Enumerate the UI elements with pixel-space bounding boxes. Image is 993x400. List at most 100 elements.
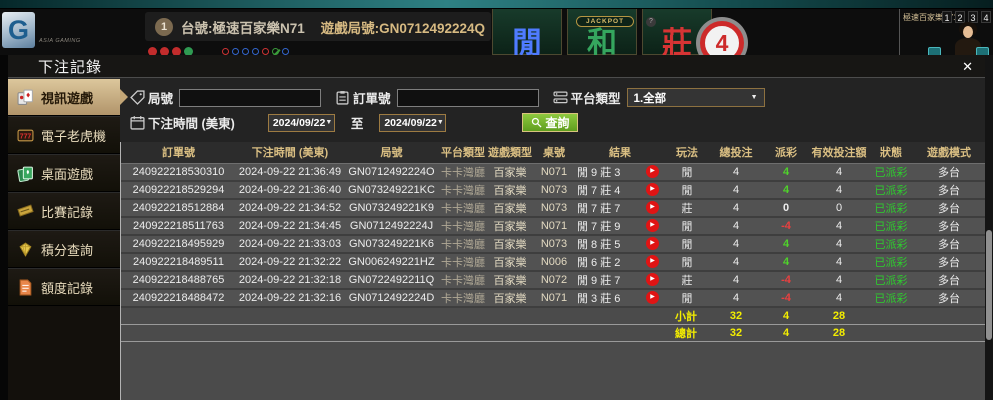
replay-icon[interactable]: ▶: [646, 291, 659, 304]
cell-table-no: N071: [533, 289, 575, 307]
total-valid: 28: [809, 324, 869, 341]
column-header: 遊戲模式: [913, 142, 985, 163]
cell-play-type: 莊: [665, 271, 709, 289]
subtotal-label: 小計: [121, 307, 709, 325]
cell-game-type: 百家樂: [487, 217, 533, 235]
video-panel: 極速百家樂N71 1234: [899, 9, 993, 55]
sidebar-item-label: 桌面遊戲: [41, 164, 93, 183]
cell-total-bet: 4: [709, 181, 763, 199]
scrollbar-thumb[interactable]: [986, 230, 992, 340]
cell-table-no: N073: [533, 181, 575, 199]
replay-icon[interactable]: ▶: [646, 201, 659, 214]
platform-select[interactable]: 1.全部 ▼: [627, 88, 765, 107]
table-row: 2409222185303102024-09-22 21:36:49GN0712…: [121, 163, 985, 181]
modal-title: 下注記錄: [38, 56, 102, 77]
search-button[interactable]: 查詢: [522, 113, 578, 132]
replay-icon[interactable]: ▶: [646, 255, 659, 268]
roadmap-ring: [252, 48, 259, 55]
top-gradient-strip: [0, 0, 993, 9]
cell-game-type: 百家樂: [487, 181, 533, 199]
card-thumbnail: [928, 47, 941, 55]
help-icon[interactable]: ?: [646, 17, 656, 27]
cell-game-mode: 多台: [913, 235, 985, 253]
cell-game-type: 百家樂: [487, 163, 533, 181]
cell-status: 已派彩: [869, 235, 913, 253]
replay-icon[interactable]: ▶: [646, 273, 659, 286]
cell-total-bet: 4: [709, 253, 763, 271]
subtotal-bet: 32: [709, 307, 763, 325]
table-row: 2409222184959292024-09-22 21:33:03GN0732…: [121, 235, 985, 253]
cell-round-no: GN0722492211Q: [344, 271, 439, 289]
roadmap-ring: [272, 48, 279, 55]
sidebar-item-video-games[interactable]: 視訊遊戲: [8, 78, 120, 116]
round-input[interactable]: [179, 89, 321, 107]
close-icon[interactable]: ✕: [962, 60, 973, 73]
cell-platform-type: 卡卡灣廳: [439, 163, 487, 181]
cell-platform-type: 卡卡灣廳: [439, 199, 487, 217]
cell-valid-bet: 4: [809, 163, 869, 181]
calendar-icon: [130, 115, 145, 130]
cell-payout: 4: [763, 235, 809, 253]
cell-order-no: 240922218512884: [121, 199, 236, 217]
chevron-down-icon: ▼: [437, 119, 444, 126]
cell-table-no: N073: [533, 199, 575, 217]
sidebar-item-slots[interactable]: 777電子老虎機: [8, 116, 120, 154]
order-filter-label: 訂單號: [353, 88, 391, 107]
date-from-select[interactable]: 2024/09/22 ▼: [268, 114, 335, 132]
camera-tab-4[interactable]: 4: [981, 11, 991, 23]
replay-icon[interactable]: ▶: [646, 237, 659, 250]
date-to-value: 2024/09/22: [384, 117, 437, 129]
cell-result: 閒 9 莊 3▶: [575, 163, 665, 181]
bet-zone-1[interactable]: 閒: [492, 9, 562, 55]
camera-tab-2[interactable]: 2: [955, 11, 965, 23]
cell-table-no: N071: [533, 217, 575, 235]
sidebar-item-match-record[interactable]: 比賽記錄: [8, 192, 120, 230]
cell-game-type: 百家樂: [487, 253, 533, 271]
cell-game-mode: 多台: [913, 217, 985, 235]
column-header: 派彩: [763, 142, 809, 163]
sidebar-item-label: 比賽記錄: [41, 202, 93, 221]
sidebar-item-label: 額度記錄: [41, 278, 93, 297]
date-range-to-label: 至: [351, 113, 364, 132]
table-row: 2409222184887652024-09-22 21:32:18GN0722…: [121, 271, 985, 289]
roadmap-ring: [222, 48, 229, 55]
cell-bet-time: 2024-09-22 21:34:52: [236, 199, 344, 217]
camera-tab-1[interactable]: 1: [942, 11, 952, 23]
cell-bet-time: 2024-09-22 21:34:45: [236, 217, 344, 235]
cell-play-type: 閒: [665, 163, 709, 181]
total-row: 總計 32 4 28: [121, 324, 985, 341]
table-icon: [17, 165, 34, 182]
cell-platform-type: 卡卡灣廳: [439, 289, 487, 307]
total-payout: 4: [763, 324, 809, 341]
cell-status: 已派彩: [869, 199, 913, 217]
table-number-label: 台號:極速百家樂N71: [181, 17, 305, 37]
sidebar-item-table-games[interactable]: 桌面遊戲: [8, 154, 120, 192]
order-input[interactable]: [397, 89, 539, 107]
sidebar-item-quota-record[interactable]: 額度記錄: [8, 268, 120, 306]
cell-round-no: GN0712492224J: [344, 217, 439, 235]
cell-order-no: 240922218489511: [121, 253, 236, 271]
cell-status: 已派彩: [869, 253, 913, 271]
table-row: 2409222185292942024-09-22 21:36:40GN0732…: [121, 181, 985, 199]
roadmap-rings: [222, 48, 289, 55]
dealer-face: [963, 26, 973, 38]
cell-platform-type: 卡卡灣廳: [439, 217, 487, 235]
scrollbar-track[interactable]: [985, 55, 993, 400]
column-header: 下注時間 (美東): [236, 142, 344, 163]
replay-icon[interactable]: ▶: [646, 165, 659, 178]
date-to-select[interactable]: 2024/09/22 ▼: [379, 114, 446, 132]
replay-icon[interactable]: ▶: [646, 183, 659, 196]
cell-payout: 4: [763, 253, 809, 271]
cell-order-no: 240922218495929: [121, 235, 236, 253]
sidebar-item-label: 積分查詢: [41, 240, 93, 259]
cell-valid-bet: 4: [809, 235, 869, 253]
sidebar-item-points-query[interactable]: 積分查詢: [8, 230, 120, 268]
table-row: 2409222184884722024-09-22 21:32:16GN0712…: [121, 289, 985, 307]
cell-payout: -4: [763, 217, 809, 235]
total-label: 總計: [121, 324, 709, 341]
cell-play-type: 莊: [665, 199, 709, 217]
cell-valid-bet: 4: [809, 271, 869, 289]
chevron-down-icon: ▼: [325, 119, 332, 126]
cell-play-type: 閒: [665, 235, 709, 253]
replay-icon[interactable]: ▶: [646, 219, 659, 232]
